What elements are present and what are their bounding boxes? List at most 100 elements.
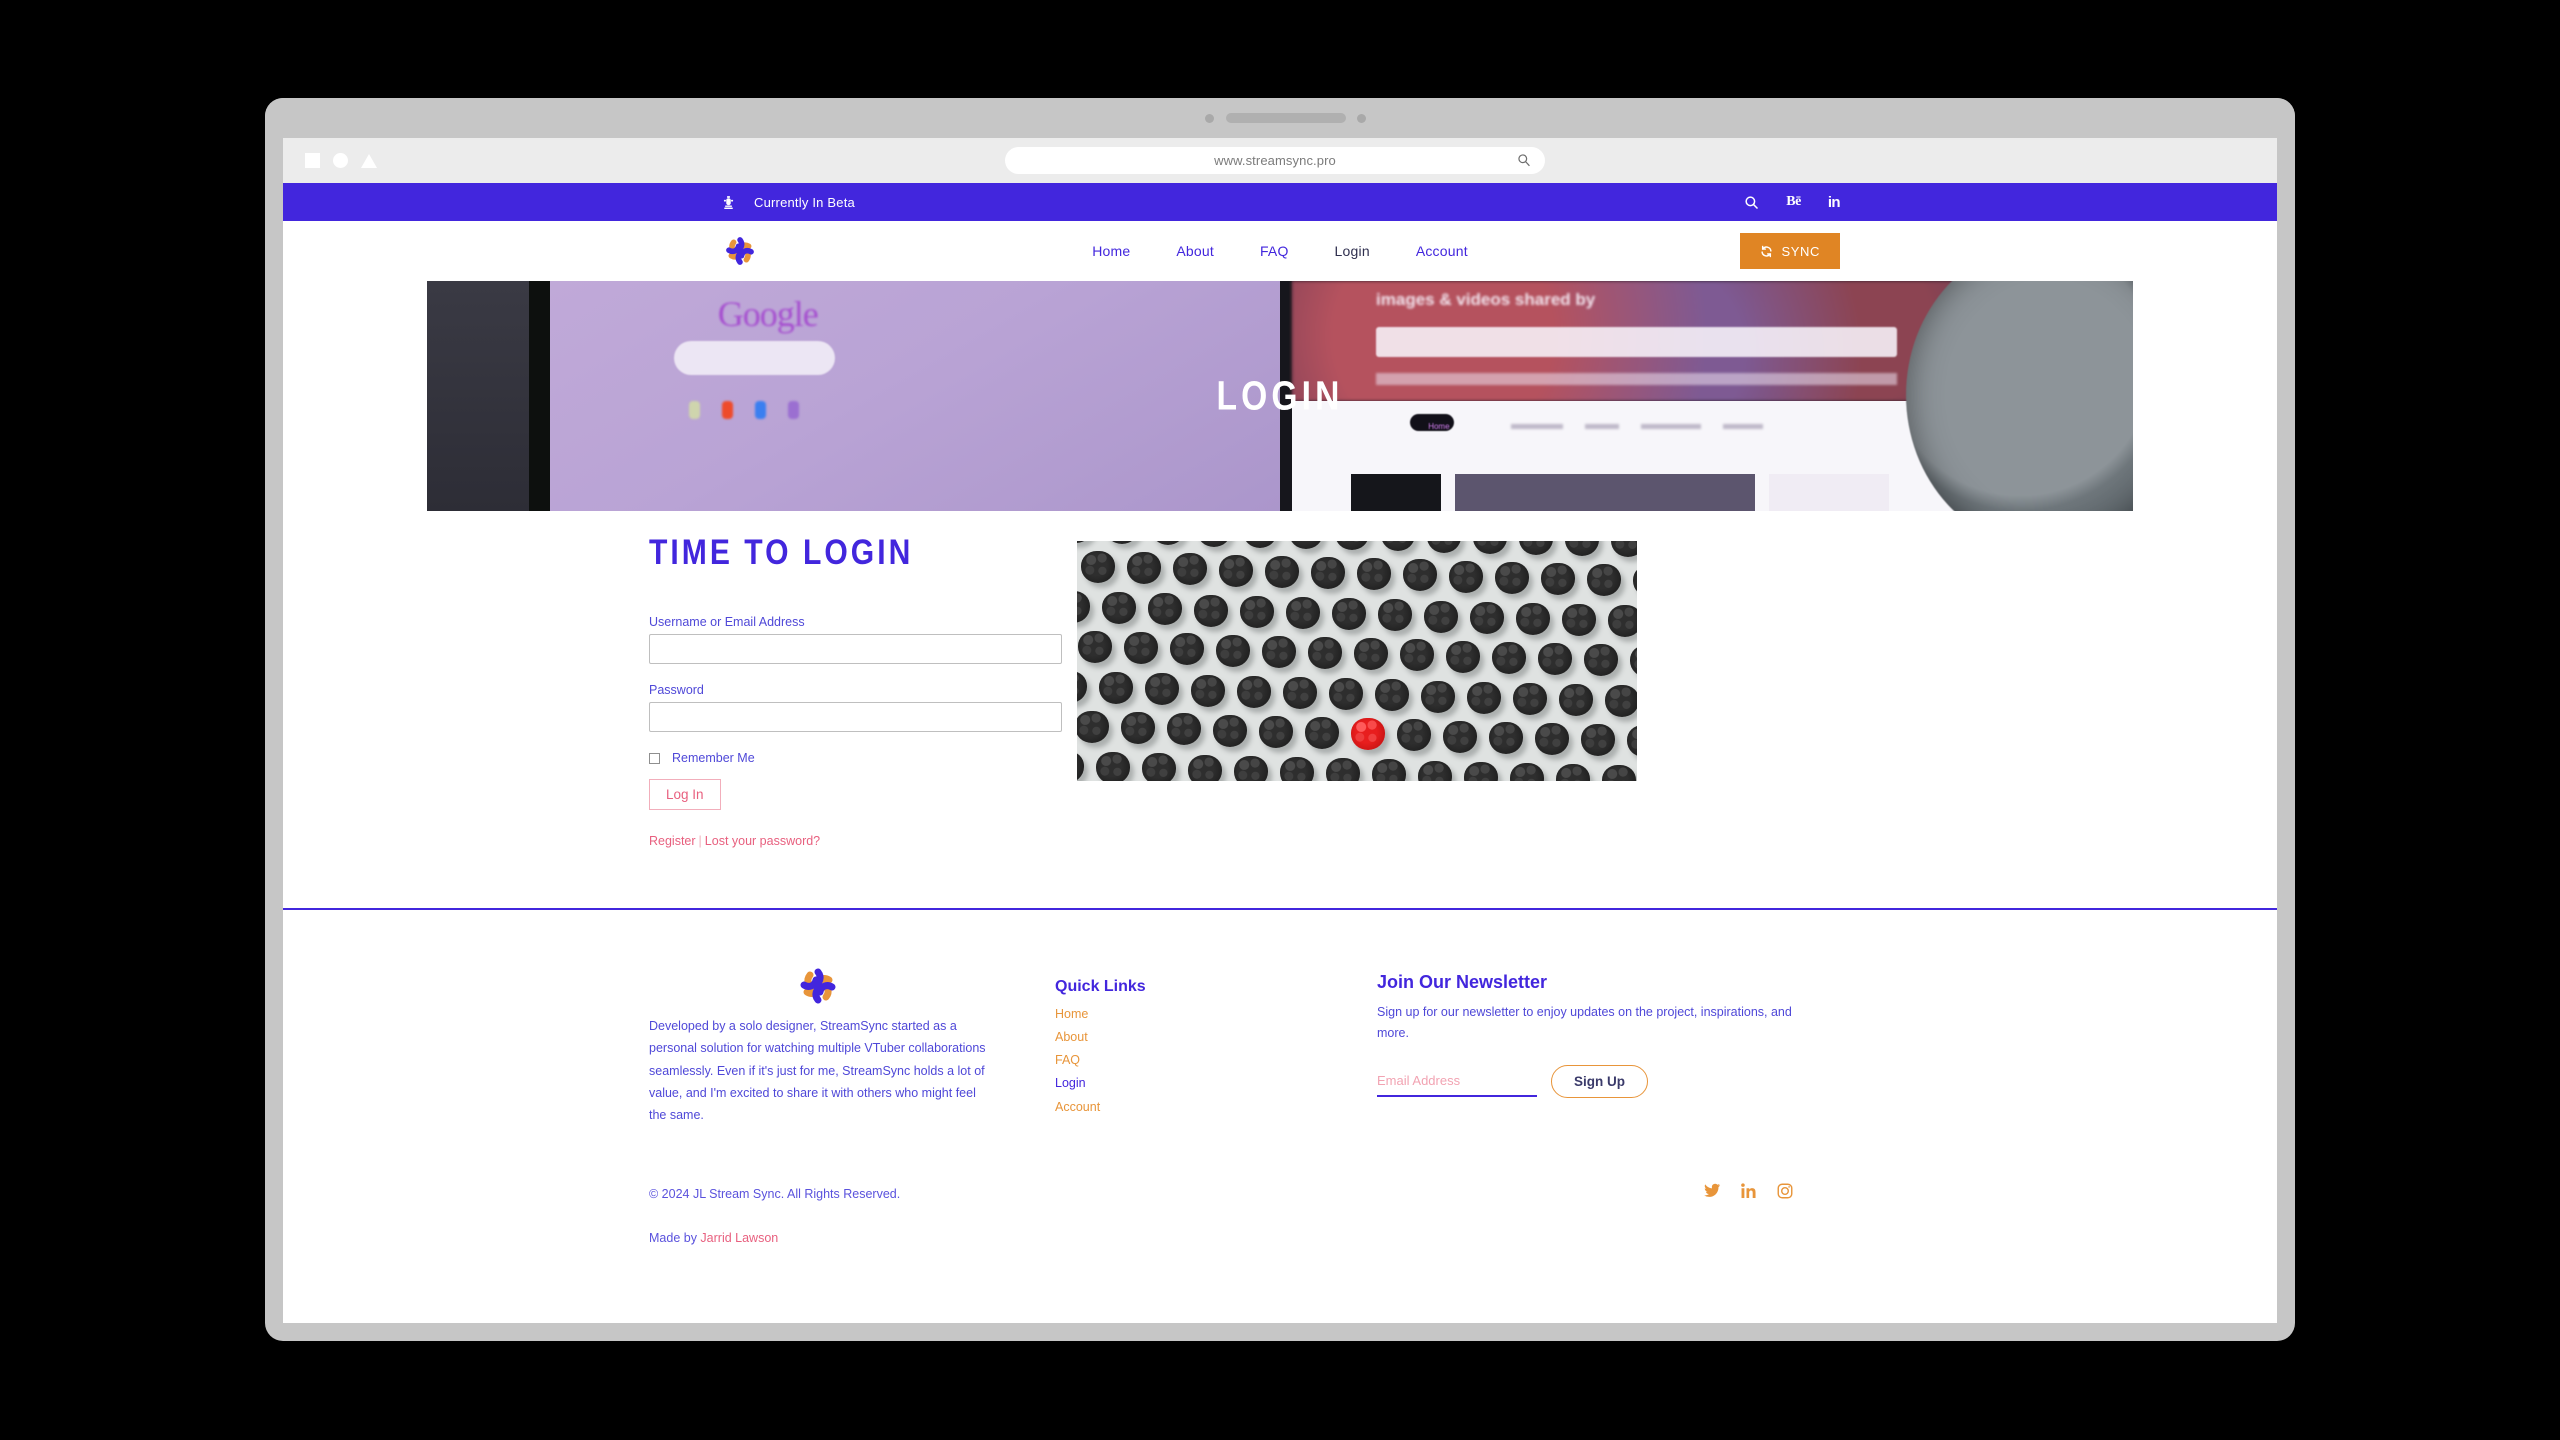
- blackberry: [1145, 673, 1179, 706]
- nav-item-faq[interactable]: FAQ: [1260, 243, 1289, 259]
- blackberry: [1191, 674, 1225, 707]
- blackberry: [1399, 639, 1434, 672]
- sync-button-label: SYNC: [1781, 243, 1820, 259]
- sync-button[interactable]: SYNC: [1740, 233, 1840, 269]
- blackberry: [1096, 752, 1130, 781]
- blackberry: [1396, 719, 1431, 752]
- site-header: Home About FAQ Login Account SYNC: [283, 221, 2277, 281]
- blackberry: [1537, 643, 1572, 675]
- blackberry: [1559, 684, 1593, 717]
- browser-window: www.streamsync.pro Currently In Beta Bē …: [283, 138, 2277, 1323]
- linkedin-icon[interactable]: in: [1828, 194, 1841, 211]
- blackberry: [1580, 724, 1615, 757]
- lost-password-link[interactable]: Lost your password?: [705, 834, 820, 848]
- log-in-button[interactable]: Log In: [649, 779, 721, 810]
- square-icon[interactable]: [305, 153, 320, 168]
- blackberry: [1237, 675, 1271, 708]
- circle-icon[interactable]: [333, 153, 348, 168]
- list-item: About: [1055, 1026, 1377, 1049]
- quick-links-heading: Quick Links: [1055, 978, 1146, 995]
- blackberry: [1120, 712, 1155, 745]
- blackberry: [1126, 552, 1161, 585]
- blackberry: [1381, 541, 1415, 552]
- blackberry: [1142, 753, 1176, 781]
- blackberry: [1218, 554, 1253, 587]
- nav-item-account[interactable]: Account: [1416, 243, 1468, 259]
- footer-link-home[interactable]: Home: [1055, 1003, 1377, 1026]
- blackberry: [1632, 565, 1637, 598]
- blackberry: [1372, 759, 1406, 781]
- blackberry: [1123, 632, 1158, 665]
- footer-link-account[interactable]: Account: [1055, 1096, 1377, 1119]
- newsletter-email-input[interactable]: [1377, 1066, 1537, 1097]
- utility-topbar: Currently In Beta Bē in: [283, 183, 2277, 221]
- blackberry: [1356, 558, 1391, 591]
- blackberry: [1243, 541, 1277, 548]
- sign-up-button[interactable]: Sign Up: [1551, 1065, 1648, 1099]
- twitter-icon[interactable]: [1704, 1182, 1721, 1199]
- blackberry: [1491, 641, 1526, 674]
- remember-me-checkbox[interactable]: [649, 752, 660, 764]
- list-item: Account: [1055, 1096, 1377, 1119]
- remember-me-row: Remember Me: [649, 751, 1047, 765]
- red-raspberry: [1350, 718, 1385, 751]
- footer-link-login[interactable]: Login: [1055, 1072, 1377, 1095]
- author-link[interactable]: Jarrid Lawson: [700, 1231, 778, 1245]
- login-section: TIME TO LOGIN Username or Email Address …: [283, 511, 2277, 908]
- blackberry: [1099, 672, 1133, 705]
- footer-quick-links-column: Quick Links Home About FAQ Login Account: [987, 962, 1377, 1126]
- register-link[interactable]: Register: [649, 834, 696, 848]
- nav-item-about[interactable]: About: [1176, 243, 1214, 259]
- blackberry: [1556, 764, 1590, 781]
- blackberry: [1378, 599, 1412, 632]
- blackberry: [1304, 717, 1339, 749]
- password-input[interactable]: [649, 702, 1062, 732]
- footer-about-text: Developed by a solo designer, StreamSync…: [649, 1019, 986, 1122]
- blackberry: [1608, 605, 1637, 638]
- blackberry: [1562, 604, 1596, 637]
- footer-link-about[interactable]: About: [1055, 1026, 1377, 1049]
- behance-icon[interactable]: Bē: [1786, 194, 1801, 210]
- blackberry: [1240, 595, 1274, 628]
- blackberry: [1602, 765, 1636, 781]
- search-icon[interactable]: [1517, 153, 1531, 167]
- blackberry: [1261, 635, 1296, 668]
- username-input[interactable]: [649, 634, 1062, 664]
- blackberry: [1264, 555, 1299, 588]
- blackberry: [1629, 645, 1637, 678]
- nav-item-login[interactable]: Login: [1335, 243, 1370, 259]
- blackberry: [1540, 563, 1575, 595]
- blackberry: [1212, 714, 1247, 747]
- main-navigation: Home About FAQ Login Account: [283, 243, 2277, 259]
- quick-links-list: Home About FAQ Login Account: [1055, 1003, 1377, 1119]
- login-sub-links: Register | Lost your password?: [649, 834, 1047, 848]
- footer-link-faq[interactable]: FAQ: [1055, 1049, 1377, 1072]
- blackberry: [1105, 541, 1139, 545]
- blackberry: [1077, 591, 1090, 623]
- newsletter-form: Sign Up: [1377, 1065, 1797, 1099]
- address-bar[interactable]: www.streamsync.pro: [1005, 147, 1545, 174]
- window-controls[interactable]: [305, 153, 377, 168]
- blackberry: [1583, 644, 1618, 677]
- blackberry: [1166, 713, 1201, 746]
- newsletter-text: Sign up for our newsletter to enjoy upda…: [1377, 1005, 1792, 1040]
- instagram-icon[interactable]: [1777, 1183, 1793, 1199]
- login-side-image: [1077, 541, 1637, 781]
- triangle-icon[interactable]: [361, 153, 377, 168]
- newsletter-heading: Join Our Newsletter: [1377, 972, 1548, 992]
- blackberry: [1283, 677, 1317, 709]
- blackberry: [1424, 600, 1458, 633]
- blackberry: [1077, 631, 1112, 663]
- blackberry: [1445, 640, 1480, 673]
- blackberry: [1148, 593, 1182, 626]
- login-heading: TIME TO LOGIN: [649, 533, 914, 572]
- blackberry: [1442, 720, 1477, 753]
- nav-item-home[interactable]: Home: [1092, 243, 1130, 259]
- linkedin-icon[interactable]: [1741, 1183, 1757, 1199]
- streamsync-logo: [794, 968, 842, 1014]
- browser-toolbar: www.streamsync.pro: [283, 138, 2277, 183]
- titlebar-dot-right: [1357, 114, 1366, 123]
- hero-title: LOGIN: [1216, 372, 1344, 419]
- search-icon[interactable]: [1744, 195, 1759, 210]
- blackberry: [1151, 541, 1185, 546]
